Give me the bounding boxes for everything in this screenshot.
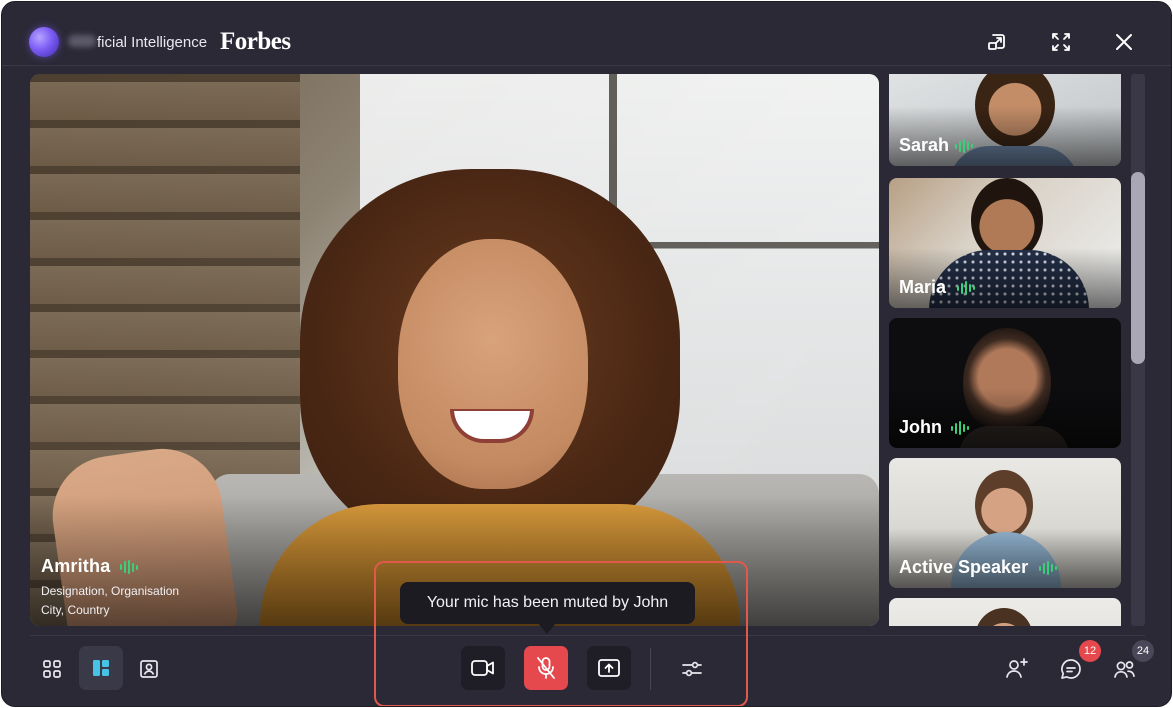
fullscreen-icon bbox=[1052, 33, 1070, 51]
audio-level-icon bbox=[1039, 561, 1057, 575]
pop-out-icon bbox=[988, 34, 1005, 50]
main-speaker-name: Amritha bbox=[41, 556, 111, 576]
participant-name: John bbox=[899, 417, 942, 437]
app-logo bbox=[29, 27, 59, 57]
partner-logo: Forbes bbox=[220, 28, 291, 55]
participants-count-badge: 24 bbox=[1132, 640, 1154, 662]
grid-layout-button[interactable] bbox=[32, 649, 72, 689]
chat-unread-badge: 12 bbox=[1079, 640, 1101, 662]
brand-blur bbox=[68, 35, 96, 47]
participant-tile[interactable]: John bbox=[889, 318, 1121, 448]
chat-icon bbox=[1061, 659, 1081, 679]
participant-tile[interactable]: Active Speaker bbox=[889, 458, 1121, 588]
close-icon bbox=[1116, 34, 1132, 50]
add-person-icon bbox=[1006, 658, 1028, 678]
main-speaker-location: City, Country bbox=[41, 603, 110, 617]
audio-level-icon bbox=[957, 281, 975, 295]
pop-out-button[interactable] bbox=[985, 30, 1009, 54]
audio-level-icon bbox=[955, 139, 973, 153]
portrait-layout-button[interactable] bbox=[129, 649, 169, 689]
app-title: ficial Intelligence bbox=[97, 34, 208, 51]
grid-icon bbox=[43, 660, 61, 678]
participant-tile[interactable]: Maria bbox=[889, 178, 1121, 308]
participant-tile[interactable]: Sarah bbox=[889, 74, 1121, 166]
title-bar: ficial Intelligence Forbes bbox=[2, 2, 1171, 66]
participant-name: Sarah bbox=[899, 135, 950, 155]
spotlight-layout-button[interactable] bbox=[79, 646, 123, 690]
participants-icon bbox=[1114, 661, 1135, 678]
close-button[interactable] bbox=[1112, 30, 1136, 54]
participant-tile[interactable] bbox=[889, 598, 1121, 626]
audio-level-icon bbox=[120, 560, 138, 574]
main-speaker-video[interactable]: Amritha Designation, Organisation City, … bbox=[30, 74, 879, 626]
main-speaker-designation: Designation, Organisation bbox=[41, 584, 180, 598]
fullscreen-button[interactable] bbox=[1049, 30, 1073, 54]
scroll-thumb[interactable] bbox=[1131, 172, 1145, 364]
participant-list[interactable]: Sarah Maria John Active Speaker bbox=[889, 74, 1122, 626]
highlight-box bbox=[374, 561, 748, 706]
add-participant-button[interactable] bbox=[1001, 649, 1033, 687]
participant-name: Active Speaker bbox=[899, 557, 1029, 577]
participant-head bbox=[975, 608, 1033, 626]
speaker-face bbox=[398, 239, 588, 489]
spotlight-layout-icon bbox=[93, 660, 109, 676]
meeting-window: ficial Intelligence Forbes Amritha Desig… bbox=[1, 1, 1172, 707]
audio-level-icon bbox=[951, 421, 969, 435]
participant-name: Maria bbox=[899, 277, 947, 297]
portrait-icon bbox=[140, 660, 158, 678]
